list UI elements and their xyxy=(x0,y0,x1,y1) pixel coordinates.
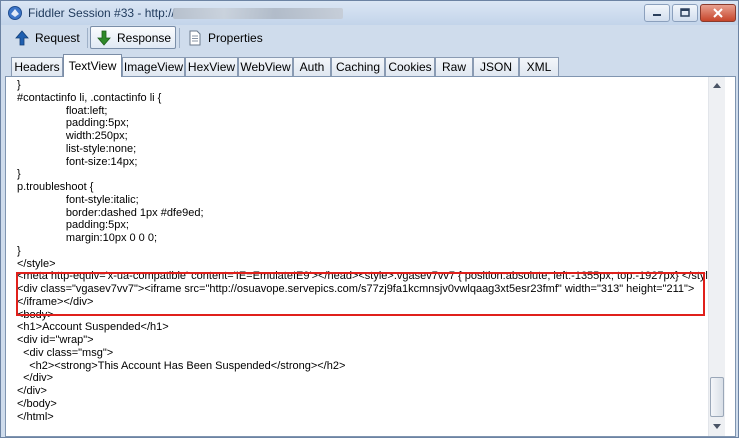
toolbar-separator xyxy=(179,28,180,48)
code-line: list-style:none; xyxy=(17,142,137,155)
minimize-icon xyxy=(653,14,661,16)
response-button[interactable]: Response xyxy=(90,26,176,49)
code-line: font-size:14px; xyxy=(17,155,138,168)
fiddler-session-window: Fiddler Session #33 - http:// Request Re… xyxy=(0,0,739,438)
request-label: Request xyxy=(35,30,80,45)
code-line: </div> xyxy=(17,372,54,385)
code-line: } xyxy=(17,79,21,91)
document-icon xyxy=(189,30,201,45)
tab-imageview[interactable]: ImageView xyxy=(122,57,185,77)
code-line: margin:10px 0 0 0; xyxy=(17,232,158,244)
code-line: } xyxy=(17,168,21,181)
code-line: p.troubleshoot { xyxy=(17,181,94,193)
scroll-down-button[interactable] xyxy=(709,419,725,435)
tab-auth[interactable]: Auth xyxy=(293,57,331,77)
tab-caching[interactable]: Caching xyxy=(331,57,385,77)
fiddler-icon xyxy=(7,5,23,21)
code-line: padding:5px; xyxy=(17,219,129,232)
code-line: <div id="wrap"> xyxy=(17,334,94,346)
code-line: border:dashed 1px #dfe9ed; xyxy=(17,206,204,219)
code-line: </body> xyxy=(17,397,57,410)
response-label: Response xyxy=(117,30,172,45)
tab-headers[interactable]: Headers xyxy=(11,57,63,77)
code-line: </style> xyxy=(17,257,56,270)
close-icon xyxy=(713,8,723,18)
properties-label: Properties xyxy=(208,30,263,45)
tab-cookies[interactable]: Cookies xyxy=(385,57,435,77)
response-body-text[interactable]: } #contactinfo li, .contactinfo li { floa… xyxy=(17,79,720,423)
tab-xml[interactable]: XML xyxy=(519,57,559,77)
window-title: Fiddler Session #33 - http:// xyxy=(28,6,175,20)
request-button[interactable]: Request xyxy=(9,26,85,49)
arrow-down-icon xyxy=(97,30,111,46)
code-line: padding:5px; xyxy=(17,117,129,130)
maximize-button[interactable] xyxy=(672,4,698,22)
tab-hexview[interactable]: HexView xyxy=(185,57,238,77)
scroll-up-button[interactable] xyxy=(709,77,725,93)
code-line: <h1>Account Suspended</h1> xyxy=(17,321,169,334)
properties-button[interactable]: Properties xyxy=(182,26,272,49)
maximize-icon xyxy=(680,8,690,17)
code-line: font-style:italic; xyxy=(17,193,139,206)
malicious-code-highlight xyxy=(16,272,705,316)
vertical-scrollbar[interactable] xyxy=(708,77,725,436)
tab-raw[interactable]: Raw xyxy=(435,57,473,77)
tab-webview[interactable]: WebView xyxy=(238,57,293,77)
text-view-pane[interactable]: } #contactinfo li, .contactinfo li { floa… xyxy=(5,76,736,437)
chevron-down-icon xyxy=(713,424,721,429)
chevron-up-icon xyxy=(713,83,721,88)
code-line: <div class="msg"> xyxy=(17,346,114,359)
scroll-thumb[interactable] xyxy=(710,377,724,417)
code-line: <h2><strong>This Account Has Been Suspen… xyxy=(17,359,346,372)
code-line: </html> xyxy=(17,410,54,423)
code-line: #contactinfo li, .contactinfo li { xyxy=(17,91,162,104)
arrow-up-icon xyxy=(15,29,29,45)
toolbar-separator xyxy=(87,28,88,48)
tab-textview[interactable]: TextView xyxy=(63,54,122,77)
title-bar[interactable]: Fiddler Session #33 - http:// xyxy=(1,1,738,25)
code-line: </div> xyxy=(17,385,47,397)
inspector-tabs: Headers TextView ImageView HexView WebVi… xyxy=(5,54,735,77)
tab-json[interactable]: JSON xyxy=(473,57,519,77)
code-line: float:left; xyxy=(17,104,108,117)
close-button[interactable] xyxy=(700,4,736,22)
session-toolbar: Request Response Properties xyxy=(5,25,735,51)
code-line: } xyxy=(17,244,21,257)
redacted-url xyxy=(173,8,343,19)
minimize-button[interactable] xyxy=(644,4,670,22)
code-line: width:250px; xyxy=(17,130,128,142)
